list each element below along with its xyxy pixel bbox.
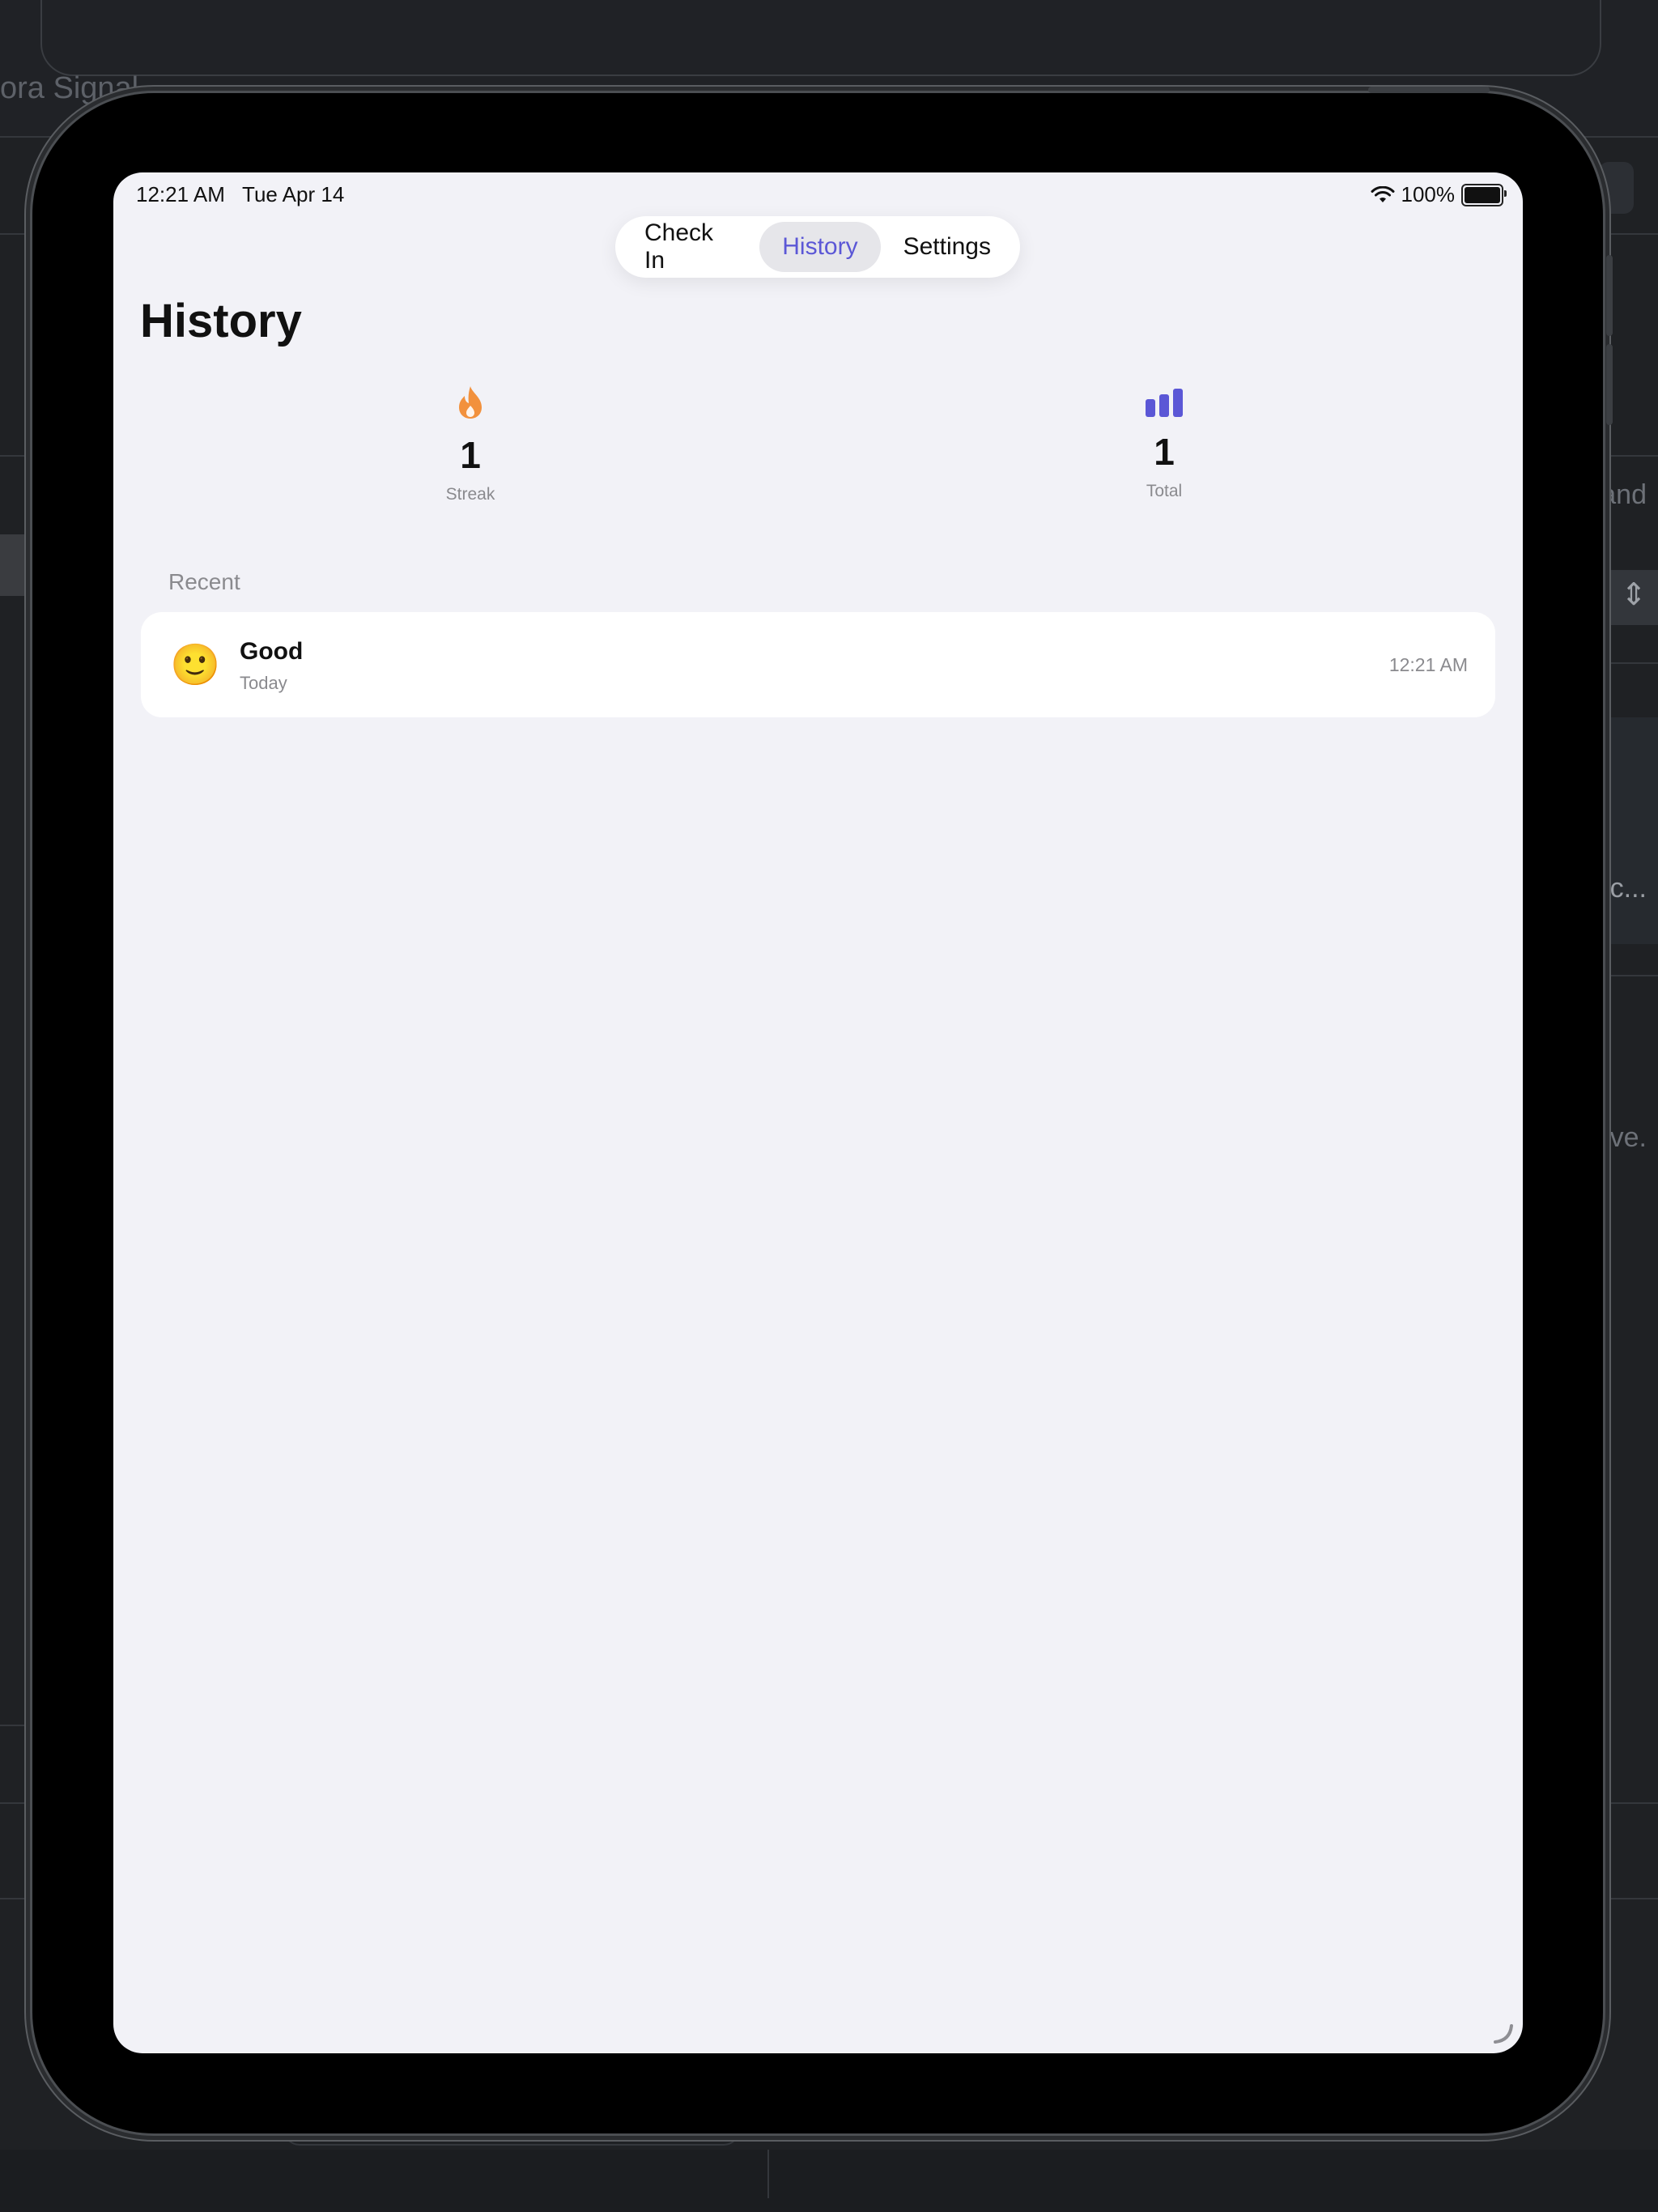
tab-check-in[interactable]: Check In xyxy=(622,219,759,274)
background-panel xyxy=(1599,717,1658,944)
chevron-up-down-icon: ⇕ xyxy=(1621,578,1647,612)
wifi-icon xyxy=(1371,185,1394,202)
device-button xyxy=(1606,255,1613,336)
resize-handle-icon[interactable] xyxy=(1492,2023,1515,2045)
background-window-frame xyxy=(40,0,1601,76)
battery-percentage: 100% xyxy=(1401,182,1456,206)
total-value: 1 xyxy=(1154,431,1175,473)
status-indicators: 100% xyxy=(1371,182,1507,207)
flame-icon xyxy=(459,386,482,419)
streak-stat: 1 Streak xyxy=(373,385,568,504)
mood-emoji-icon: 🙂 xyxy=(170,642,221,687)
background-text: .c... xyxy=(1602,873,1647,904)
page-title: History xyxy=(140,295,302,347)
status-time: 12:21 AM Tue Apr 14 xyxy=(136,182,345,206)
app-screen: 12:21 AM Tue Apr 14 100% Check In Histor… xyxy=(113,172,1523,2053)
tab-settings[interactable]: Settings xyxy=(881,222,1014,272)
streak-label: Streak xyxy=(445,485,495,504)
background-field xyxy=(1599,162,1634,214)
battery-icon xyxy=(1461,183,1507,206)
total-label: Total xyxy=(1146,482,1183,500)
total-stat: 1 Total xyxy=(1067,381,1261,501)
streak-value: 1 xyxy=(460,434,481,476)
entry-time: 12:21 AM xyxy=(1388,654,1468,675)
bar-chart-icon xyxy=(1146,389,1183,417)
background-divider xyxy=(1599,975,1658,976)
device-button xyxy=(1606,344,1613,425)
tab-history[interactable]: History xyxy=(759,222,881,272)
background-bottom-bar xyxy=(0,2150,1658,2212)
mood-label: Good xyxy=(240,638,304,665)
recent-section-header: Recent xyxy=(168,569,240,594)
tab-bar: Check In History Settings xyxy=(615,216,1020,278)
device-button xyxy=(1368,87,1490,93)
background-text: and xyxy=(1601,479,1647,510)
background-divider xyxy=(767,2150,769,2198)
list-item[interactable]: 🙂 Good Today 12:21 AM xyxy=(141,612,1495,717)
background-divider xyxy=(1599,662,1658,664)
entry-date: Today xyxy=(240,673,287,693)
